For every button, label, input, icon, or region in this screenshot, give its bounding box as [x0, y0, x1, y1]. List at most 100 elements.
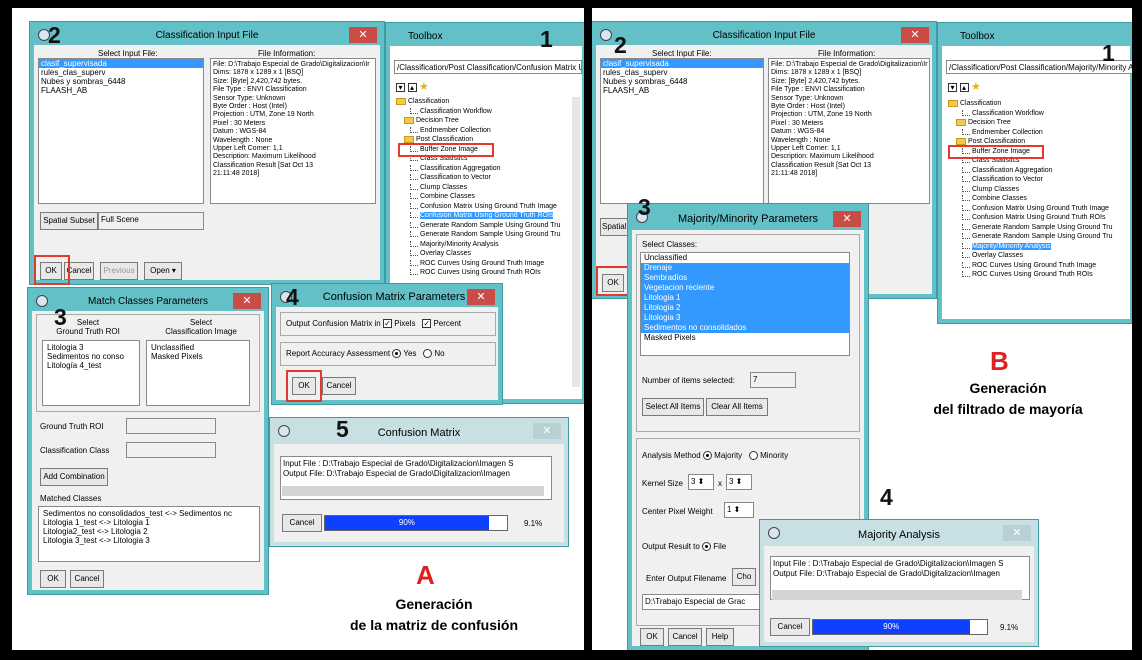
- yes-radio[interactable]: [392, 349, 402, 359]
- list-item[interactable]: rules_clas_superv: [601, 68, 763, 77]
- tree-item[interactable]: ROC Curves Using Ground Truth Image: [948, 261, 1132, 271]
- progress-hscroll[interactable]: [282, 486, 544, 496]
- tree-item[interactable]: Majority/Minority Analysis: [396, 240, 572, 250]
- collapse-icon[interactable]: ▴: [959, 83, 969, 93]
- tree-item[interactable]: Generate Random Sample Using Ground Tru: [948, 232, 1132, 242]
- list-item[interactable]: clasif_supervisada: [601, 59, 763, 68]
- progress-hscroll[interactable]: [772, 590, 1022, 600]
- tree-item[interactable]: Overlay Classes: [396, 249, 572, 259]
- list-item[interactable]: Litologia 3: [45, 343, 137, 352]
- cancel-button[interactable]: Cancel: [282, 514, 322, 532]
- class-item[interactable]: Litologia 1: [641, 293, 849, 303]
- class-item[interactable]: Masked Pixels: [641, 333, 849, 343]
- tree-item[interactable]: Majority/Minority Analysis: [948, 242, 1132, 252]
- list-item[interactable]: rules_clas_superv: [39, 68, 203, 77]
- star-icon[interactable]: ★: [419, 81, 429, 93]
- list-item[interactable]: Sedimentos no conso: [45, 352, 137, 361]
- clear-all-button[interactable]: Clear All Items: [706, 398, 768, 416]
- classes-list[interactable]: Unclassified Drenaje Sembradíos Vegetacion …: [640, 252, 850, 356]
- list-item[interactable]: clasif_supervisada: [39, 59, 203, 68]
- ground-truth-roi-list[interactable]: Litologia 3 Sedimentos no conso Litología …: [42, 340, 140, 406]
- class-item[interactable]: Sedimentos no consolidados: [641, 323, 849, 333]
- list-item[interactable]: Sedimentos no consolidados_test <-> Sedi…: [41, 509, 257, 518]
- cancel-button[interactable]: Cancel: [70, 570, 104, 588]
- close-button[interactable]: ✕: [233, 293, 261, 309]
- class-item[interactable]: Sembradíos: [641, 273, 849, 283]
- class-item[interactable]: Drenaje: [641, 263, 849, 273]
- open-button[interactable]: Open ▾: [144, 262, 182, 280]
- tree-item[interactable]: Overlay Classes: [948, 251, 1132, 261]
- list-item[interactable]: Litologia 3_test <-> Litologia 3: [41, 536, 257, 545]
- expand-icon[interactable]: ▾: [396, 83, 405, 93]
- list-item[interactable]: Litología 4_test: [45, 361, 137, 370]
- output-path-field[interactable]: D:\Trabajo Especial de Grac: [642, 594, 762, 610]
- tree-item[interactable]: Classification: [948, 99, 1132, 109]
- tree-item[interactable]: Generate Random Sample Using Ground Tru: [396, 221, 572, 231]
- class-item[interactable]: Vegetacion reciente: [641, 283, 849, 293]
- tree-item[interactable]: Clump Classes: [396, 183, 572, 193]
- percent-checkbox[interactable]: ✓: [422, 319, 432, 329]
- classification-image-list[interactable]: Unclassified Masked Pixels: [146, 340, 250, 406]
- center-weight-spinner[interactable]: 1 ⬍: [724, 502, 754, 518]
- tree-item[interactable]: Endmember Collection: [396, 126, 572, 136]
- tree-item[interactable]: Confusion Matrix Using Ground Truth Imag…: [396, 202, 572, 212]
- input-file-list[interactable]: clasif_supervisada rules_clas_superv Nubes…: [600, 58, 764, 204]
- input-file-list[interactable]: clasif_supervisada rules_clas_superv Nubes…: [38, 58, 204, 204]
- close-button[interactable]: ✕: [901, 27, 929, 43]
- class-item[interactable]: Litologia 3: [641, 313, 849, 323]
- tree-item[interactable]: Confusion Matrix Using Ground Truth Imag…: [948, 204, 1132, 214]
- help-button[interactable]: Help: [706, 628, 734, 646]
- matched-classes-list[interactable]: Sedimentos no consolidados_test <-> Sedi…: [38, 506, 260, 562]
- kernel-x-spinner[interactable]: 3 ⬍: [688, 474, 714, 490]
- majority-radio[interactable]: [702, 451, 712, 461]
- close-button[interactable]: ✕: [533, 423, 561, 439]
- tree-item[interactable]: Classification: [396, 97, 572, 107]
- pixels-checkbox[interactable]: ✓: [382, 319, 392, 329]
- ok-button[interactable]: OK: [40, 570, 66, 588]
- expand-icon[interactable]: ▾: [948, 83, 957, 93]
- tree-item[interactable]: Generate Random Sample Using Ground Tru: [396, 230, 572, 240]
- list-item[interactable]: FLAASH_AB: [39, 86, 203, 95]
- class-item[interactable]: Litologia 2: [641, 303, 849, 313]
- add-combination-button[interactable]: Add Combination: [40, 468, 108, 486]
- tree-item[interactable]: Classification Aggregation: [396, 164, 572, 174]
- tree-item[interactable]: Classification Aggregation: [948, 166, 1132, 176]
- list-item[interactable]: Nubes y sombras_6448: [39, 77, 203, 86]
- list-item[interactable]: FLAASH_AB: [601, 86, 763, 95]
- tree-item[interactable]: Confusion Matrix Using Ground Truth ROIs: [948, 213, 1132, 223]
- spatial-subset-button[interactable]: Spatial Subset: [40, 212, 98, 230]
- toolbox-scrollbar[interactable]: [572, 97, 580, 387]
- no-radio[interactable]: [423, 349, 433, 359]
- select-all-button[interactable]: Select All Items: [642, 398, 704, 416]
- tree-item[interactable]: ROC Curves Using Ground Truth Image: [396, 259, 572, 269]
- list-item[interactable]: Litologia2_test <-> Litologia 2: [41, 527, 257, 536]
- cancel-button[interactable]: Cancel: [770, 618, 810, 636]
- tree-item[interactable]: Classification Workflow: [396, 107, 572, 117]
- toolbox-path[interactable]: /Classification/Post Classification/Conf…: [394, 60, 582, 74]
- close-button[interactable]: ✕: [349, 27, 377, 43]
- close-button[interactable]: ✕: [833, 211, 861, 227]
- ok-button[interactable]: OK: [640, 628, 664, 646]
- star-icon[interactable]: ★: [971, 81, 981, 93]
- tree-item[interactable]: Classification to Vector: [396, 173, 572, 183]
- tree-item[interactable]: Combine Classes: [396, 192, 572, 202]
- class-item[interactable]: Unclassified: [641, 253, 849, 263]
- cancel-button[interactable]: Cancel: [322, 377, 356, 395]
- previous-button[interactable]: Previous: [100, 262, 138, 280]
- gt-roi-field[interactable]: [126, 418, 216, 434]
- file-radio[interactable]: [702, 542, 712, 552]
- list-item[interactable]: Litologia 1_test <-> Litologia 1: [41, 518, 257, 527]
- close-button[interactable]: ✕: [1003, 525, 1031, 541]
- tree-item[interactable]: Classification Workflow: [948, 109, 1132, 119]
- tree-item[interactable]: Generate Random Sample Using Ground Tru: [948, 223, 1132, 233]
- tree-item[interactable]: Classification to Vector: [948, 175, 1132, 185]
- tree-item[interactable]: Decision Tree: [396, 116, 572, 126]
- tree-item[interactable]: Clump Classes: [948, 185, 1132, 195]
- list-item[interactable]: Unclassified: [149, 343, 247, 352]
- collapse-icon[interactable]: ▴: [407, 83, 417, 93]
- list-item[interactable]: Nubes y sombras_6448: [601, 77, 763, 86]
- tree-item[interactable]: Combine Classes: [948, 194, 1132, 204]
- tree-item[interactable]: ROC Curves Using Ground Truth ROIs: [948, 270, 1132, 280]
- minority-radio[interactable]: [748, 451, 758, 461]
- tree-item[interactable]: Confusion Matrix Using Ground Truth ROIs: [396, 211, 572, 221]
